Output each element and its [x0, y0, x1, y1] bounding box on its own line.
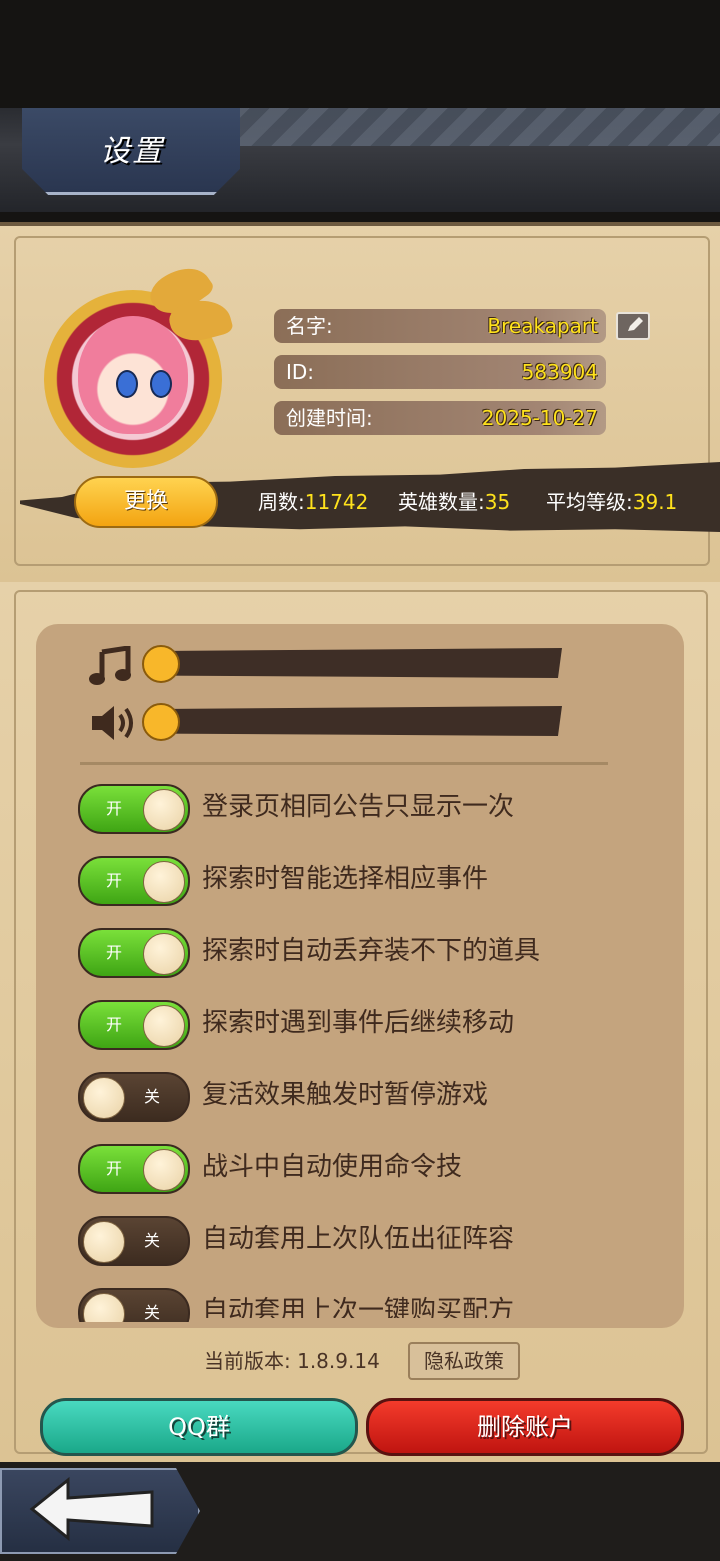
- heroes-label: 英雄数量:: [398, 490, 485, 514]
- page-title: 设置: [100, 134, 164, 169]
- edit-name-icon[interactable]: [616, 312, 650, 340]
- toggle-knob: [83, 1221, 125, 1263]
- setting-label: 自动套用上次队伍出征阵容: [202, 1224, 515, 1254]
- privacy-policy-button[interactable]: 隐私政策: [408, 1342, 520, 1380]
- created-label: 创建时间:: [286, 406, 373, 430]
- music-icon: [88, 645, 132, 690]
- toggle-knob: [83, 1077, 125, 1119]
- avg-level-stat: 平均等级:39.1: [546, 486, 677, 515]
- name-label: 名字:: [286, 314, 333, 338]
- avg-level-value: 39.1: [632, 490, 678, 514]
- setting-toggle[interactable]: 关: [78, 1072, 190, 1122]
- header-decoration: [230, 108, 720, 146]
- back-arrow-icon: [29, 1476, 154, 1542]
- sound-volume-handle[interactable]: [142, 703, 180, 741]
- id-value: 583904: [521, 360, 598, 384]
- setting-toggle[interactable]: 关: [78, 1216, 190, 1266]
- toggle-knob: [143, 1005, 185, 1047]
- name-value: Breakapart: [487, 314, 598, 338]
- toggle-knob: [143, 861, 185, 903]
- music-volume-handle[interactable]: [142, 645, 180, 683]
- setting-label: 探索时自动丢弃装不下的道具: [202, 936, 541, 966]
- setting-label: 探索时智能选择相应事件: [202, 864, 489, 894]
- back-button[interactable]: [0, 1468, 200, 1554]
- setting-toggle[interactable]: 开: [78, 784, 190, 834]
- qq-group-button[interactable]: QQ群: [40, 1398, 358, 1456]
- setting-toggle[interactable]: 开: [78, 856, 190, 906]
- setting-toggle[interactable]: 开: [78, 1144, 190, 1194]
- toggle-state-label: 开: [106, 1015, 123, 1034]
- avatar-eye: [150, 370, 172, 398]
- status-bar-area: [0, 0, 720, 108]
- created-value: 2025-10-27: [481, 406, 598, 430]
- weeks-stat: 周数:11742: [258, 486, 368, 515]
- avatar-eye: [116, 370, 138, 398]
- sound-volume-slider[interactable]: [160, 706, 562, 736]
- name-row: 名字: Breakapart: [274, 309, 606, 343]
- toggle-state-label: 开: [106, 1159, 123, 1178]
- speaker-icon: [88, 702, 136, 748]
- setting-toggle[interactable]: 开: [78, 1000, 190, 1050]
- setting-label: 登录页相同公告只显示一次: [202, 792, 515, 822]
- avg-level-label: 平均等级:: [546, 490, 633, 514]
- id-row: ID: 583904: [274, 355, 606, 389]
- id-label: ID:: [286, 360, 315, 384]
- toggle-state-label: 开: [106, 799, 123, 818]
- version-text: 当前版本: 1.8.9.14: [204, 1349, 380, 1373]
- weeks-value: 11742: [304, 490, 369, 514]
- toggle-knob: [143, 1149, 185, 1191]
- created-row: 创建时间: 2025-10-27: [274, 401, 606, 435]
- setting-label: 复活效果触发时暂停游戏: [202, 1080, 489, 1110]
- toggle-state-label: 关: [143, 1231, 160, 1250]
- heroes-stat: 英雄数量:35: [398, 486, 510, 515]
- toggle-state-label: 开: [106, 871, 123, 890]
- heroes-value: 35: [484, 490, 511, 514]
- delete-account-button[interactable]: 删除账户: [366, 1398, 684, 1456]
- divider: [80, 762, 608, 765]
- toggle-knob: [143, 789, 185, 831]
- music-volume-slider[interactable]: [160, 648, 562, 678]
- setting-label: 战斗中自动使用命令技: [202, 1152, 463, 1182]
- setting-label: 探索时遇到事件后继续移动: [202, 1008, 515, 1038]
- toggle-state-label: 关: [143, 1087, 160, 1106]
- weeks-label: 周数:: [258, 490, 305, 514]
- toggle-state-label: 开: [106, 943, 123, 962]
- toggle-knob: [143, 933, 185, 975]
- change-avatar-button[interactable]: 更换: [74, 476, 218, 528]
- setting-toggle[interactable]: 开: [78, 928, 190, 978]
